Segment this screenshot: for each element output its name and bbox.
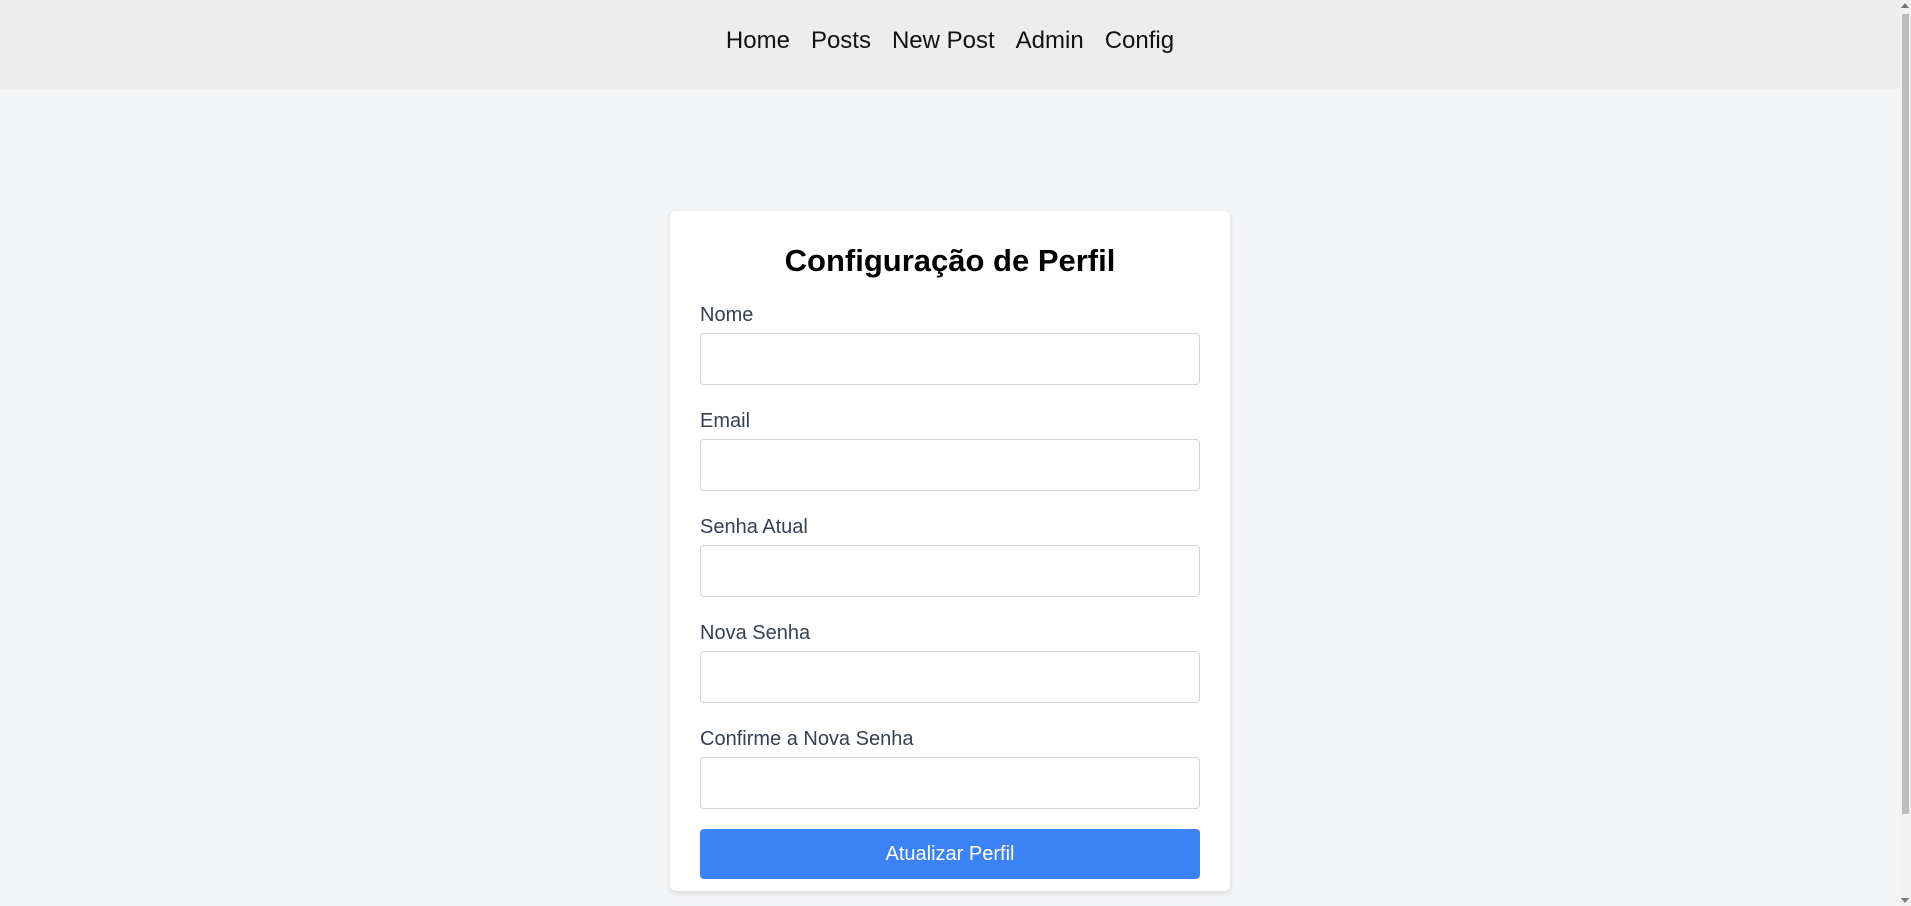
confirm-password-field-group: Confirme a Nova Senha xyxy=(700,729,1200,809)
name-input[interactable] xyxy=(700,333,1200,385)
new-password-field-group: Nova Senha xyxy=(700,623,1200,703)
scroll-up-arrow-icon[interactable] xyxy=(1901,3,1909,8)
email-field-group: Email xyxy=(700,411,1200,491)
scroll-down-arrow-icon[interactable] xyxy=(1901,898,1909,903)
nav-link-new-post[interactable]: New Post xyxy=(892,27,995,55)
email-label: Email xyxy=(700,410,751,432)
vertical-scrollbar[interactable] xyxy=(1900,0,1911,906)
nav-link-admin[interactable]: Admin xyxy=(1016,27,1084,55)
page-title: Configuração de Perfil xyxy=(784,243,1116,278)
confirm-password-input[interactable] xyxy=(700,757,1200,809)
current-password-label: Senha Atual xyxy=(700,516,808,538)
current-password-input[interactable] xyxy=(700,545,1200,597)
update-profile-button[interactable]: Atualizar Perfil xyxy=(700,829,1200,879)
name-label: Nome xyxy=(700,304,754,326)
new-password-label: Nova Senha xyxy=(700,622,811,644)
nav-link-home[interactable]: Home xyxy=(726,27,790,55)
nav-link-posts[interactable]: Posts xyxy=(811,27,871,55)
profile-settings-card: Configuração de Perfil Nome Email Senha … xyxy=(670,211,1230,891)
nav-links: Home Posts New Post Admin Config xyxy=(726,27,1174,63)
scrollbar-thumb[interactable] xyxy=(1902,14,1909,814)
current-password-field-group: Senha Atual xyxy=(700,517,1200,597)
name-field-group: Nome xyxy=(700,305,1200,385)
email-input[interactable] xyxy=(700,439,1200,491)
nav-link-config[interactable]: Config xyxy=(1105,27,1174,55)
top-navbar: Home Posts New Post Admin Config xyxy=(0,0,1900,89)
new-password-input[interactable] xyxy=(700,651,1200,703)
confirm-password-label: Confirme a Nova Senha xyxy=(700,728,914,750)
